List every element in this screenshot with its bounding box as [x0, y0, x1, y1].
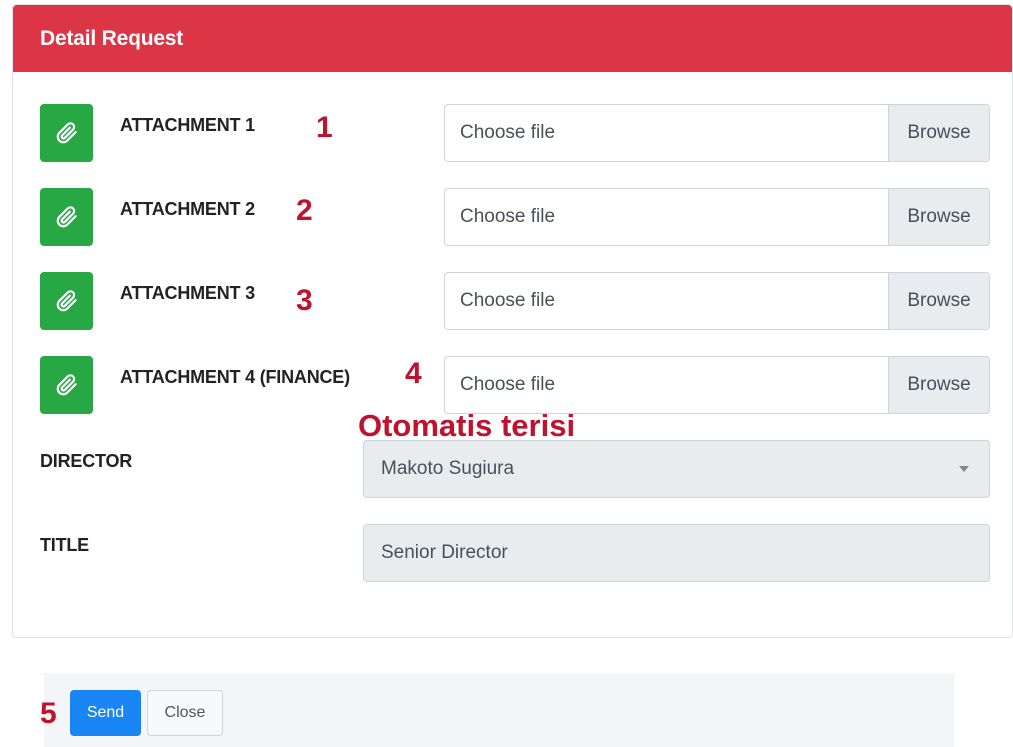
- title-label: TITLE: [40, 535, 89, 555]
- attachment-2-button[interactable]: [40, 188, 93, 246]
- paperclip-icon: [56, 206, 77, 228]
- attachment-4-file-input[interactable]: Choose file Browse: [444, 356, 990, 414]
- title-value: Senior Director: [381, 542, 508, 563]
- annotation-5: 5: [40, 697, 57, 730]
- browse-button[interactable]: Browse: [888, 105, 989, 161]
- attachment-3-file-input[interactable]: Choose file Browse: [444, 272, 990, 330]
- paperclip-icon: [56, 290, 77, 312]
- attachment-1-button[interactable]: [40, 104, 93, 162]
- attachment-3-label: ATTACHMENT 3: [120, 283, 255, 303]
- annotation-4: 4: [405, 357, 422, 390]
- file-input-placeholder: Choose file: [460, 122, 556, 143]
- title-field: Senior Director: [363, 524, 990, 582]
- paperclip-icon: [56, 374, 77, 396]
- caret-down-icon: [959, 466, 969, 472]
- director-select[interactable]: Makoto Sugiura: [363, 440, 990, 498]
- attachment-1-label: ATTACHMENT 1: [120, 115, 255, 135]
- file-input-placeholder: Choose file: [460, 374, 556, 395]
- attachment-4-label: ATTACHMENT 4 (FINANCE): [120, 367, 350, 387]
- annotation-2: 2: [296, 194, 313, 227]
- browse-button[interactable]: Browse: [888, 189, 989, 245]
- file-input-placeholder: Choose file: [460, 290, 556, 311]
- annotation-1: 1: [316, 111, 333, 144]
- paperclip-icon: [56, 122, 77, 144]
- attachment-2-file-input[interactable]: Choose file Browse: [444, 188, 990, 246]
- attachment-2-label: ATTACHMENT 2: [120, 199, 255, 219]
- browse-button[interactable]: Browse: [888, 357, 989, 413]
- director-value: Makoto Sugiura: [381, 458, 515, 479]
- card-header: Detail Request: [13, 5, 1012, 72]
- file-input-placeholder: Choose file: [460, 206, 556, 227]
- attachment-4-button[interactable]: [40, 356, 93, 414]
- attachment-1-file-input[interactable]: Choose file Browse: [444, 104, 990, 162]
- auto-fill-annotation: Otomatis terisi: [358, 408, 576, 443]
- attachment-3-button[interactable]: [40, 272, 93, 330]
- card-title: Detail Request: [40, 27, 184, 50]
- send-button[interactable]: Send: [70, 690, 141, 736]
- director-label: DIRECTOR: [40, 451, 133, 471]
- browse-button[interactable]: Browse: [888, 273, 989, 329]
- close-button[interactable]: Close: [147, 690, 223, 736]
- annotation-3: 3: [296, 284, 313, 317]
